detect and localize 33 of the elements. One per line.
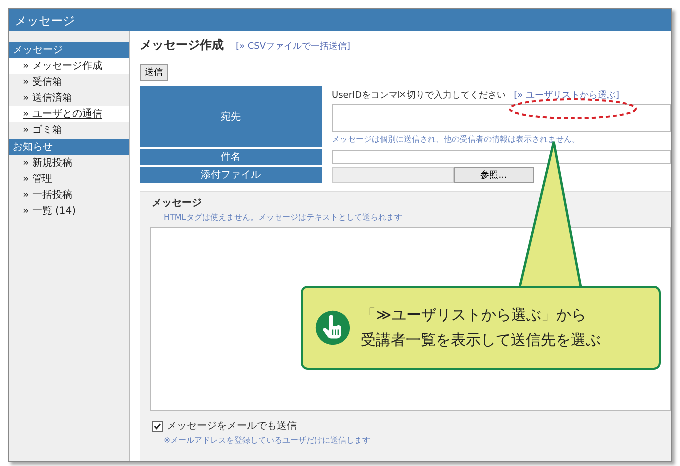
sidebar-item[interactable]: » 送信済箱 xyxy=(9,90,129,106)
note-text: ※メールアドレスを登録しているユーザだけに送信します xyxy=(163,435,372,447)
sidebar-item[interactable]: » 受信箱 xyxy=(9,74,129,90)
note-text: HTMLタグは使えません。メッセージはテキストとして送られます xyxy=(163,212,404,224)
file-path-field[interactable] xyxy=(332,167,454,183)
attachment-label: 添付ファイル xyxy=(140,167,322,183)
csv-link[interactable]: [» CSVファイルで一括送信] xyxy=(236,40,351,53)
sidebar-item[interactable]: » メッセージ作成 xyxy=(9,58,129,74)
sidebar-item[interactable]: » 新規投稿 xyxy=(9,155,129,171)
subject-field[interactable] xyxy=(332,150,671,164)
sidebar-heading: メッセージ xyxy=(9,42,129,58)
user-list-link[interactable]: [» ユーザリストから選ぶ] xyxy=(514,89,620,102)
checkbox[interactable] xyxy=(152,420,163,432)
window-title: メッセージ xyxy=(9,9,671,31)
sidebar-item[interactable]: » ゴミ箱 xyxy=(9,122,129,138)
pointing-hand-icon xyxy=(315,310,351,346)
message-label: メッセージ xyxy=(151,197,203,210)
checkbox-label: メッセージをメールでも送信 xyxy=(167,420,297,433)
subject-label: 件名 xyxy=(140,149,322,165)
callout-text: 受講者一覧を表示して送信先を選ぶ xyxy=(361,331,601,350)
sidebar-heading: お知らせ xyxy=(9,139,129,155)
sidebar-item[interactable]: » 一括投稿 xyxy=(9,187,129,203)
callout-text: 「≫ユーザリストから選ぶ」から xyxy=(361,306,588,325)
browse-button[interactable]: 参照... xyxy=(454,167,534,183)
note-text: メッセージは個別に送信され、他の受信者の情報は表示されません。 xyxy=(332,134,581,146)
instruction-text: UserIDをコンマ区切りで入力してください xyxy=(332,90,506,102)
sidebar-item[interactable]: » ユーザとの通信 xyxy=(9,106,129,122)
sidebar-item[interactable]: » 一覧 (14) xyxy=(9,203,129,219)
send-button[interactable]: 送信 xyxy=(140,64,168,81)
to-label: 宛先 xyxy=(140,86,322,147)
sidebar-item[interactable]: » 管理 xyxy=(9,171,129,187)
page-title: メッセージ作成 xyxy=(140,37,224,54)
recipient-field[interactable] xyxy=(332,104,671,132)
